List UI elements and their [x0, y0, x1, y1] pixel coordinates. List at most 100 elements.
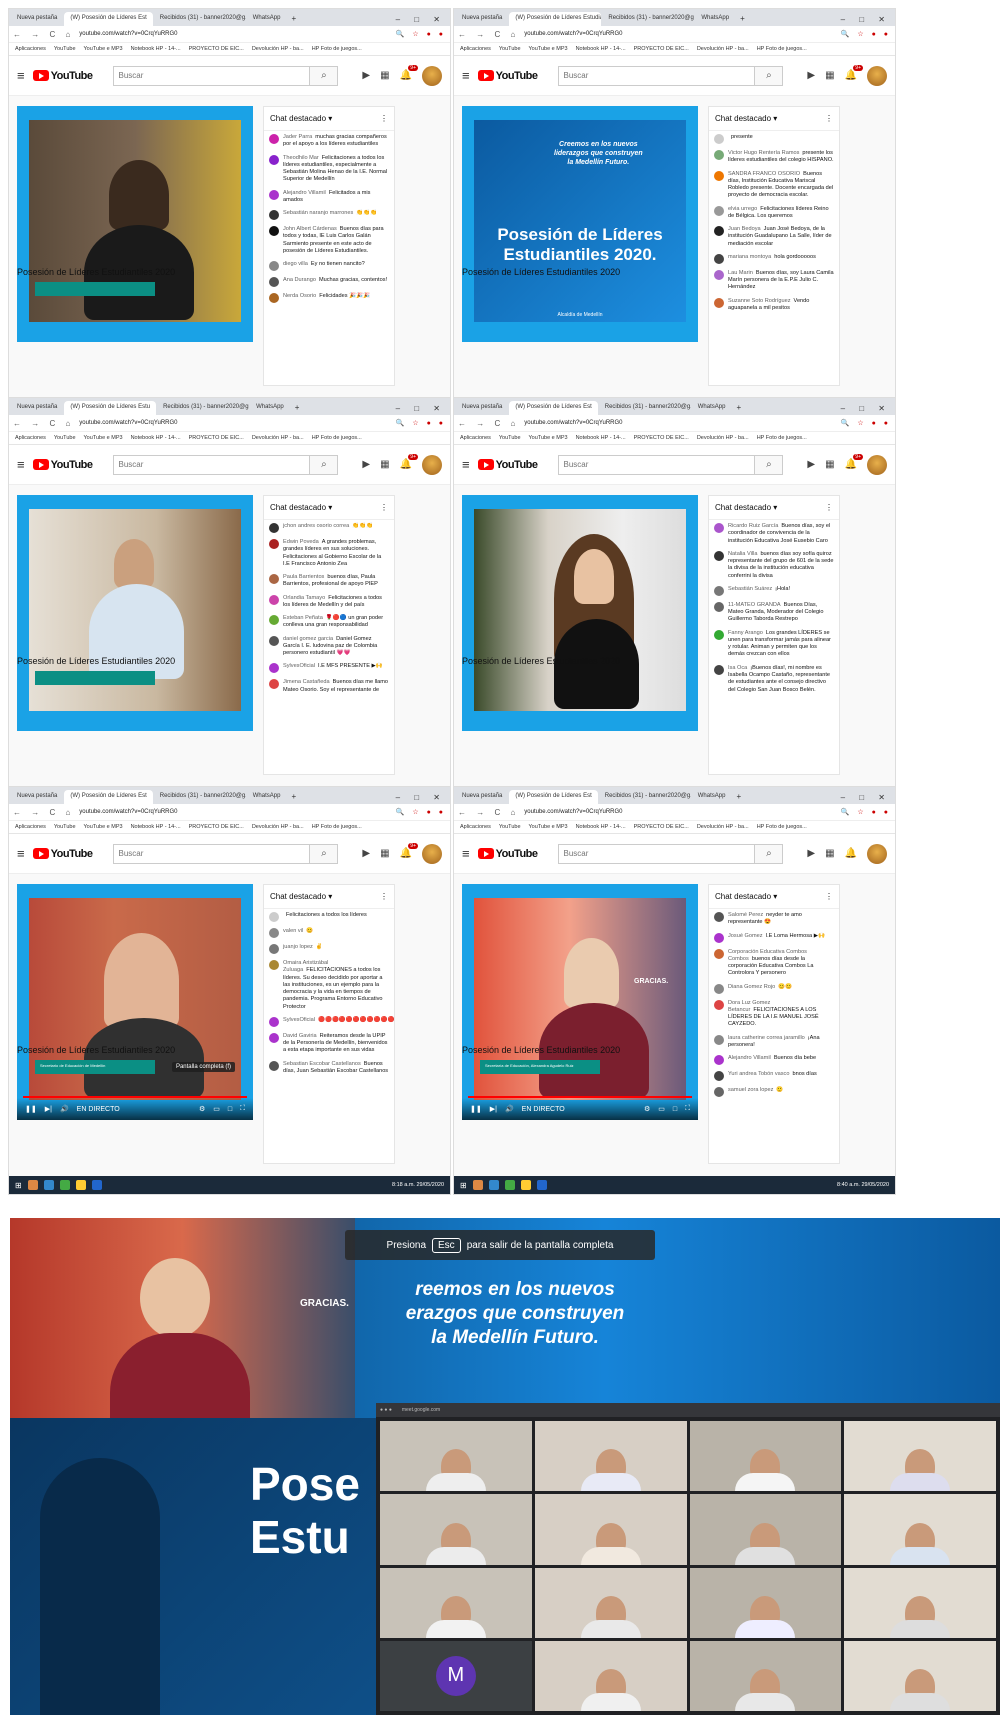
bookmark[interactable]: HP Foto de juegos... — [757, 824, 807, 830]
create-video-icon[interactable]: ▶ — [362, 848, 370, 859]
bookmark[interactable]: YouTube e MP3 — [84, 46, 123, 52]
nav-buttons[interactable]: ← → C ⌂ — [13, 30, 74, 39]
notifications-icon[interactable]: 🔔 9+ — [845, 65, 863, 81]
bookmark[interactable]: PROYECTO DE EIC... — [634, 824, 689, 830]
notifications-icon[interactable]: 🔔 9+ — [845, 454, 863, 470]
fullscreen-icon[interactable]: ⛶ — [685, 1105, 690, 1113]
extensions[interactable]: 🔍 ☆ ● ● — [841, 808, 891, 816]
tab[interactable]: Nueva pestaña — [11, 12, 64, 26]
more-icon[interactable]: ⋮ — [380, 892, 388, 901]
more-icon[interactable]: ⋮ — [825, 892, 833, 901]
avatar[interactable] — [422, 65, 442, 86]
participant-tile[interactable] — [534, 1421, 687, 1492]
tab[interactable]: Nueva pestaña — [456, 401, 509, 415]
participant-tile[interactable] — [380, 1494, 532, 1565]
extensions[interactable]: 🔍 ☆ ● ● — [396, 30, 446, 38]
participant-tile[interactable] — [534, 1494, 687, 1565]
tab-active[interactable]: (W) Posesión de Líderes Estudia — [509, 12, 602, 26]
bookmark[interactable]: HP Foto de juegos... — [312, 824, 362, 830]
start-icon[interactable]: ⊞ — [460, 1181, 467, 1190]
bookmark[interactable]: Devolución HP - ba... — [252, 46, 304, 52]
youtube-logo[interactable]: YouTube — [477, 459, 538, 471]
avatar[interactable] — [867, 843, 887, 864]
video-player[interactable]: GRACIAS. Secretaría de Educación, Alexand… — [462, 884, 698, 1120]
tab[interactable]: Nueva pestaña — [456, 790, 509, 804]
bookmark[interactable]: YouTube — [54, 46, 76, 52]
window-controls[interactable]: – □ ✕ — [837, 791, 895, 804]
bookmark[interactable]: Devolución HP - ba... — [697, 46, 749, 52]
next-icon[interactable]: ▶| — [45, 1105, 52, 1113]
bookmark[interactable]: PROYECTO DE EIC... — [189, 435, 244, 441]
bookmark[interactable]: YouTube e MP3 — [84, 824, 123, 830]
participant-tile[interactable] — [689, 1421, 842, 1492]
pause-icon[interactable]: ❚❚ — [25, 1105, 37, 1113]
url-field[interactable]: youtube.com/watch?v=0CrqYuRRG0 — [524, 420, 835, 426]
apps-icon[interactable]: ▦ — [825, 459, 834, 470]
menu-icon[interactable]: ≡ — [17, 457, 25, 472]
bookmark[interactable]: Devolución HP - ba... — [697, 435, 749, 441]
bookmark[interactable]: Aplicaciones — [15, 46, 46, 52]
new-tab-button[interactable]: + — [732, 400, 745, 415]
tab-active[interactable]: (W) Posesión de Líderes Est — [509, 790, 598, 804]
more-icon[interactable]: ⋮ — [380, 503, 388, 512]
tab[interactable]: Nueva pestaña — [456, 12, 509, 26]
tab[interactable]: Recibidos (31) - banner2020@g... — [153, 12, 246, 26]
fullscreen-icon[interactable]: ⛶ — [240, 1105, 245, 1113]
menu-icon[interactable]: ≡ — [462, 846, 470, 861]
avatar[interactable] — [422, 843, 442, 864]
menu-icon[interactable]: ≡ — [462, 457, 470, 472]
bookmark[interactable]: PROYECTO DE EIC... — [189, 46, 244, 52]
extensions[interactable]: 🔍 ☆ ● ● — [841, 30, 891, 38]
more-icon[interactable]: ⋮ — [380, 114, 388, 123]
nav-buttons[interactable]: ← → C ⌂ — [13, 419, 74, 428]
extensions[interactable]: 🔍 ☆ ● ● — [841, 419, 891, 427]
create-video-icon[interactable]: ▶ — [807, 459, 815, 470]
more-icon[interactable]: ⋮ — [825, 503, 833, 512]
url-field[interactable]: youtube.com/watch?v=0CrqYuRRG0 — [79, 31, 390, 37]
tab[interactable]: WhatsApp — [691, 401, 732, 415]
search-icon[interactable]: ⌕ — [754, 66, 783, 85]
avatar[interactable] — [867, 454, 887, 475]
tab[interactable]: Recibidos (31) - banner2020@g... — [153, 790, 246, 804]
bookmark[interactable]: Notebook HP - 14-... — [131, 46, 181, 52]
miniplayer-icon[interactable]: ▭ — [658, 1105, 665, 1113]
more-icon[interactable]: ⋮ — [825, 114, 833, 123]
app-icon[interactable] — [536, 1180, 547, 1190]
participant-tile[interactable] — [380, 1567, 532, 1638]
participant-tile[interactable] — [689, 1494, 842, 1565]
bookmark[interactable]: HP Foto de juegos... — [757, 435, 807, 441]
search-icon[interactable]: ⌕ — [754, 844, 783, 863]
bookmark[interactable]: YouTube — [499, 824, 521, 830]
youtube-logo[interactable]: YouTube — [477, 848, 538, 860]
chat-title[interactable]: Chat destacado ▾ — [715, 114, 777, 123]
bookmark[interactable]: Notebook HP - 14-... — [576, 824, 626, 830]
apps-icon[interactable]: ▦ — [380, 848, 389, 859]
avatar[interactable] — [867, 65, 887, 86]
tab[interactable]: WhatsApp — [246, 790, 287, 804]
settings-icon[interactable]: ⚙ — [199, 1105, 205, 1113]
window-controls[interactable]: – □ ✕ — [837, 402, 895, 415]
bookmark[interactable]: YouTube e MP3 — [84, 435, 123, 441]
app-icon[interactable] — [75, 1180, 86, 1190]
bookmark[interactable]: YouTube — [499, 46, 521, 52]
chat-title[interactable]: Chat destacado ▾ — [270, 114, 332, 123]
bookmark[interactable]: HP Foto de juegos... — [757, 46, 807, 52]
youtube-logo[interactable]: YouTube — [32, 848, 93, 860]
new-tab-button[interactable]: + — [291, 400, 304, 415]
url-field[interactable]: youtube.com/watch?v=0CrqYuRRG0 — [524, 809, 835, 815]
app-icon[interactable] — [472, 1180, 483, 1190]
new-tab-button[interactable]: + — [287, 11, 300, 26]
menu-icon[interactable]: ≡ — [462, 68, 470, 83]
bookmark[interactable]: Aplicaciones — [15, 824, 46, 830]
participant-tile[interactable] — [689, 1640, 842, 1711]
extensions[interactable]: 🔍 ☆ ● ● — [396, 808, 446, 816]
search-icon[interactable]: ⌕ — [309, 455, 338, 474]
create-video-icon[interactable]: ▶ — [362, 459, 370, 470]
video-player[interactable] — [17, 106, 253, 342]
url-field[interactable]: youtube.com/watch?v=0CrqYuRRG0 — [79, 420, 390, 426]
bookmark[interactable]: YouTube — [499, 435, 521, 441]
search-icon[interactable]: ⌕ — [754, 455, 783, 474]
theater-icon[interactable]: □ — [228, 1106, 232, 1113]
tab[interactable]: WhatsApp — [250, 401, 290, 415]
bookmark[interactable]: Aplicaciones — [15, 435, 46, 441]
